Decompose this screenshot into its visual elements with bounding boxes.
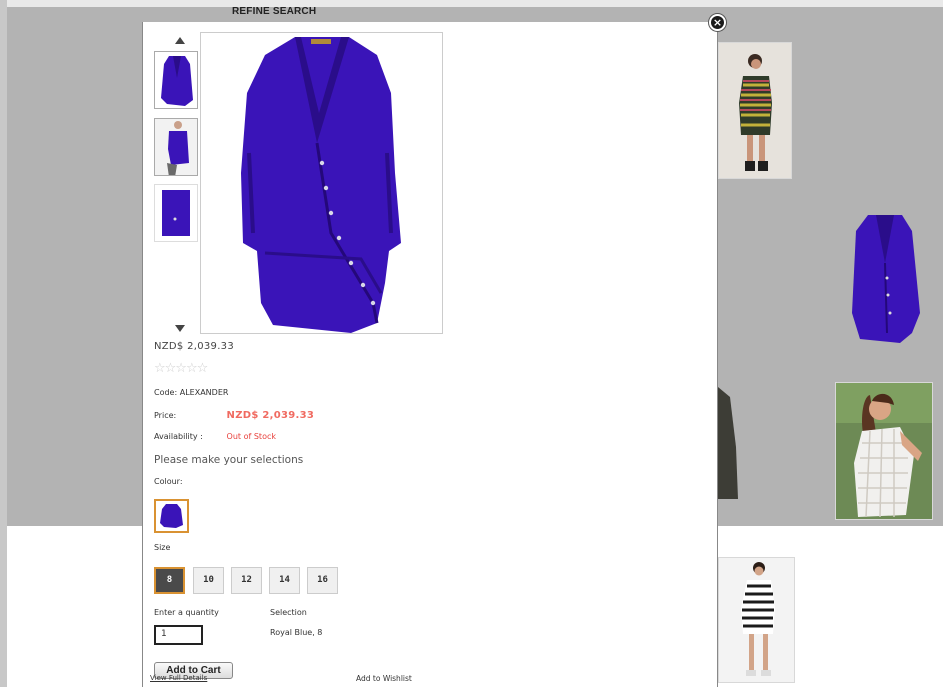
availability-value: Out of Stock bbox=[226, 432, 276, 441]
size-option-16[interactable]: 16 bbox=[307, 567, 338, 594]
size-label: Size bbox=[154, 543, 171, 552]
code-label: Code: bbox=[154, 388, 178, 397]
availability-label: Availability : bbox=[154, 432, 203, 441]
code-value: ALEXANDER bbox=[179, 388, 229, 397]
selection-value: Royal Blue, 8 bbox=[270, 628, 323, 637]
colour-swatch[interactable] bbox=[154, 499, 189, 533]
refine-search-label[interactable]: REFINE SEARCH bbox=[232, 6, 316, 17]
close-icon[interactable]: × bbox=[709, 14, 726, 31]
star-icon[interactable]: ☆☆☆☆☆ bbox=[154, 361, 208, 376]
selection-prompt: Please make your selections bbox=[154, 454, 304, 466]
price-label: Price: bbox=[154, 411, 177, 420]
view-full-details-link[interactable]: View Full Details bbox=[150, 674, 207, 682]
thumbnail-model[interactable] bbox=[154, 118, 198, 176]
background-product-image[interactable] bbox=[840, 203, 930, 353]
page-left-border bbox=[0, 0, 7, 687]
add-to-wishlist-link[interactable]: Add to Wishlist bbox=[356, 674, 412, 683]
quantity-input[interactable]: 1 bbox=[154, 625, 203, 645]
thumbnail-detail[interactable] bbox=[154, 184, 198, 242]
page-top-border bbox=[0, 0, 943, 7]
arrow-down-icon[interactable] bbox=[175, 325, 185, 332]
price-heading: NZD$ 2,039.33 bbox=[154, 341, 235, 352]
size-option-14[interactable]: 14 bbox=[269, 567, 300, 594]
size-option-10[interactable]: 10 bbox=[193, 567, 224, 594]
quick-view-modal: NZD$ 2,039.33 ☆☆☆☆☆ Code: ALEXANDER Pric… bbox=[142, 22, 718, 687]
price-row: Price: NZD$ 2,039.33 bbox=[154, 410, 314, 421]
thumbnail-front[interactable] bbox=[154, 51, 198, 109]
background-product-image[interactable] bbox=[835, 382, 933, 520]
background-product-image[interactable] bbox=[718, 387, 738, 499]
quantity-label: Enter a quantity bbox=[154, 608, 219, 617]
size-option-12[interactable]: 12 bbox=[231, 567, 262, 594]
size-option-8[interactable]: 8 bbox=[154, 567, 185, 594]
colour-label: Colour: bbox=[154, 477, 183, 486]
background-product-image[interactable] bbox=[718, 557, 795, 683]
availability-row: Availability : Out of Stock bbox=[154, 432, 276, 441]
product-main-image[interactable] bbox=[200, 32, 443, 334]
product-code: Code: ALEXANDER bbox=[154, 388, 228, 397]
background-product-image[interactable] bbox=[718, 42, 792, 179]
selection-label: Selection bbox=[270, 608, 307, 617]
arrow-up-icon[interactable] bbox=[175, 37, 185, 44]
price-value: NZD$ 2,039.33 bbox=[226, 410, 315, 421]
